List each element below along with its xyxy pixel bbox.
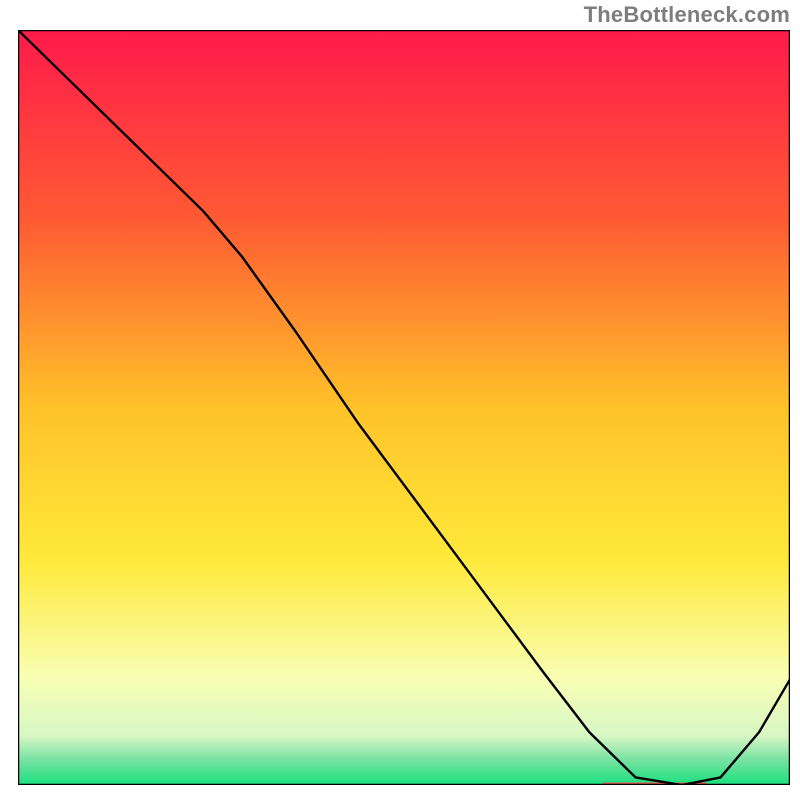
chart-stage: TheBottleneck.com (0, 0, 800, 800)
chart-svg (18, 30, 790, 785)
chart-plot-area (18, 30, 790, 785)
watermark-text: TheBottleneck.com (584, 2, 790, 28)
